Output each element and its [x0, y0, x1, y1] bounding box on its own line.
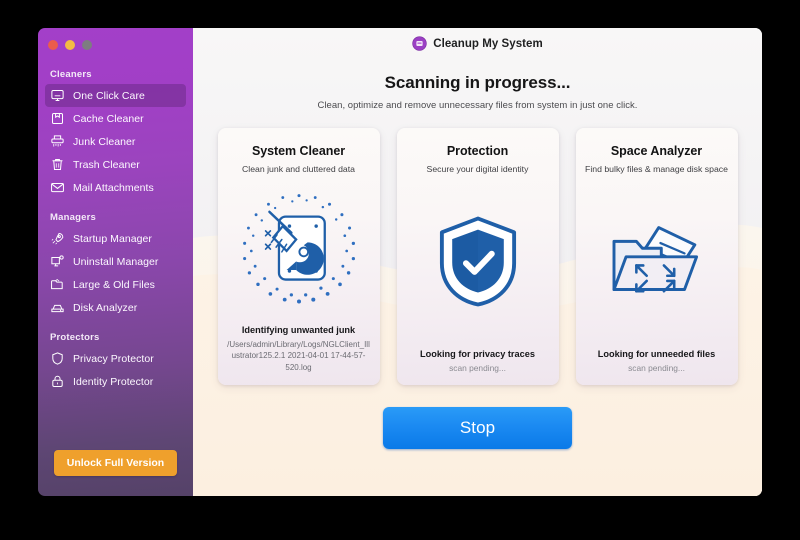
- envelope-icon: [50, 180, 65, 195]
- sidebar-item-label: Mail Attachments: [73, 181, 154, 194]
- minimize-button[interactable]: [65, 40, 75, 50]
- scan-cards: System Cleaner Clean junk and cluttered …: [217, 128, 738, 385]
- card-title: Space Analyzer: [610, 144, 703, 158]
- card-title: Protection: [446, 144, 509, 158]
- sidebar-item-label: Junk Cleaner: [73, 135, 136, 148]
- card-subtitle: Secure your digital identity: [426, 164, 529, 174]
- trash-icon: [50, 157, 65, 172]
- window-traffic-lights: [38, 35, 193, 50]
- sidebar-item-one-click-care[interactable]: One Click Care: [45, 84, 186, 107]
- sidebar-item-label: Privacy Protector: [73, 352, 154, 365]
- shield-check-icon: [406, 175, 550, 349]
- sidebar-item-label: Trash Cleaner: [73, 158, 140, 171]
- sidebar-item-large-old-files[interactable]: Large & Old Files: [45, 273, 186, 296]
- app-titlebar: Cleanup My System: [193, 28, 762, 59]
- sidebar-item-cache-cleaner[interactable]: Cache Cleaner: [45, 107, 186, 130]
- folder-files-icon: [50, 277, 65, 292]
- shredder-icon: [50, 134, 65, 149]
- card-status: Looking for privacy traces: [420, 349, 535, 359]
- sidebar-item-label: Startup Manager: [73, 232, 152, 245]
- sidebar-section-title-managers: Managers: [50, 212, 96, 223]
- card-detail-path: /Users/admin/Library/Logs/NGLClient_Illu…: [227, 339, 370, 372]
- sidebar-item-identity-protector[interactable]: Identity Protector: [45, 370, 186, 393]
- broom-dotted-icon: [227, 175, 371, 325]
- monitor-gear-icon: [50, 254, 65, 269]
- app-window: Cleaners One Click Care Cache Cleaner Ju…: [38, 28, 762, 496]
- sidebar-item-privacy-protector[interactable]: Privacy Protector: [45, 347, 186, 370]
- sidebar-item-label: One Click Care: [73, 89, 145, 102]
- box-icon: [50, 111, 65, 126]
- card-status: Looking for unneeded files: [597, 349, 716, 359]
- card-protection[interactable]: Protection Secure your digital identity …: [396, 128, 559, 385]
- card-pending: scan pending...: [628, 363, 685, 373]
- sidebar-item-junk-cleaner[interactable]: Junk Cleaner: [45, 130, 186, 153]
- page-title: Scanning in progress...: [384, 73, 571, 92]
- card-title: System Cleaner: [251, 144, 346, 158]
- sidebar-item-trash-cleaner[interactable]: Trash Cleaner: [45, 153, 186, 176]
- zoom-button[interactable]: [82, 40, 92, 50]
- sidebar-item-disk-analyzer[interactable]: Disk Analyzer: [45, 296, 186, 319]
- page-subtitle: Clean, optimize and remove unnecessary f…: [317, 100, 638, 111]
- sidebar-item-startup-manager[interactable]: Startup Manager: [45, 227, 186, 250]
- shield-icon: [50, 351, 65, 366]
- sidebar-item-label: Large & Old Files: [73, 278, 155, 291]
- card-subtitle: Find bulky files & manage disk space: [585, 164, 728, 174]
- unlock-full-version-button[interactable]: Unlock Full Version: [53, 450, 178, 476]
- sidebar-item-label: Disk Analyzer: [73, 301, 138, 314]
- sidebar: Cleaners One Click Care Cache Cleaner Ju…: [38, 28, 193, 496]
- sidebar-item-label: Uninstall Manager: [73, 255, 159, 268]
- monitor-icon: [50, 88, 65, 103]
- sidebar-item-mail-attachments[interactable]: Mail Attachments: [45, 176, 186, 199]
- main-content: Cleanup My System Scanning in progress..…: [193, 28, 762, 496]
- sidebar-section-title-cleaners: Cleaners: [50, 69, 92, 80]
- folder-expand-icon: [585, 175, 729, 349]
- disk-icon: [50, 300, 65, 315]
- sidebar-section-title-protectors: Protectors: [50, 332, 100, 343]
- card-pending: scan pending...: [449, 363, 506, 373]
- card-space-analyzer[interactable]: Space Analyzer Find bulky files & manage…: [575, 128, 738, 385]
- app-title: Cleanup My System: [433, 37, 543, 50]
- sidebar-item-label: Identity Protector: [73, 375, 154, 388]
- sidebar-item-label: Cache Cleaner: [73, 112, 144, 125]
- card-system-cleaner[interactable]: System Cleaner Clean junk and cluttered …: [217, 128, 380, 385]
- card-status: Identifying unwanted junk: [241, 324, 356, 335]
- card-subtitle: Clean junk and cluttered data: [241, 164, 355, 174]
- close-button[interactable]: [48, 40, 58, 50]
- rocket-icon: [50, 231, 65, 246]
- unlock-full-version-wrap: Unlock Full Version: [38, 450, 193, 476]
- stop-button[interactable]: Stop: [383, 407, 572, 449]
- lock-icon: [50, 374, 65, 389]
- app-logo-icon: [412, 36, 427, 51]
- sidebar-item-uninstall-manager[interactable]: Uninstall Manager: [45, 250, 186, 273]
